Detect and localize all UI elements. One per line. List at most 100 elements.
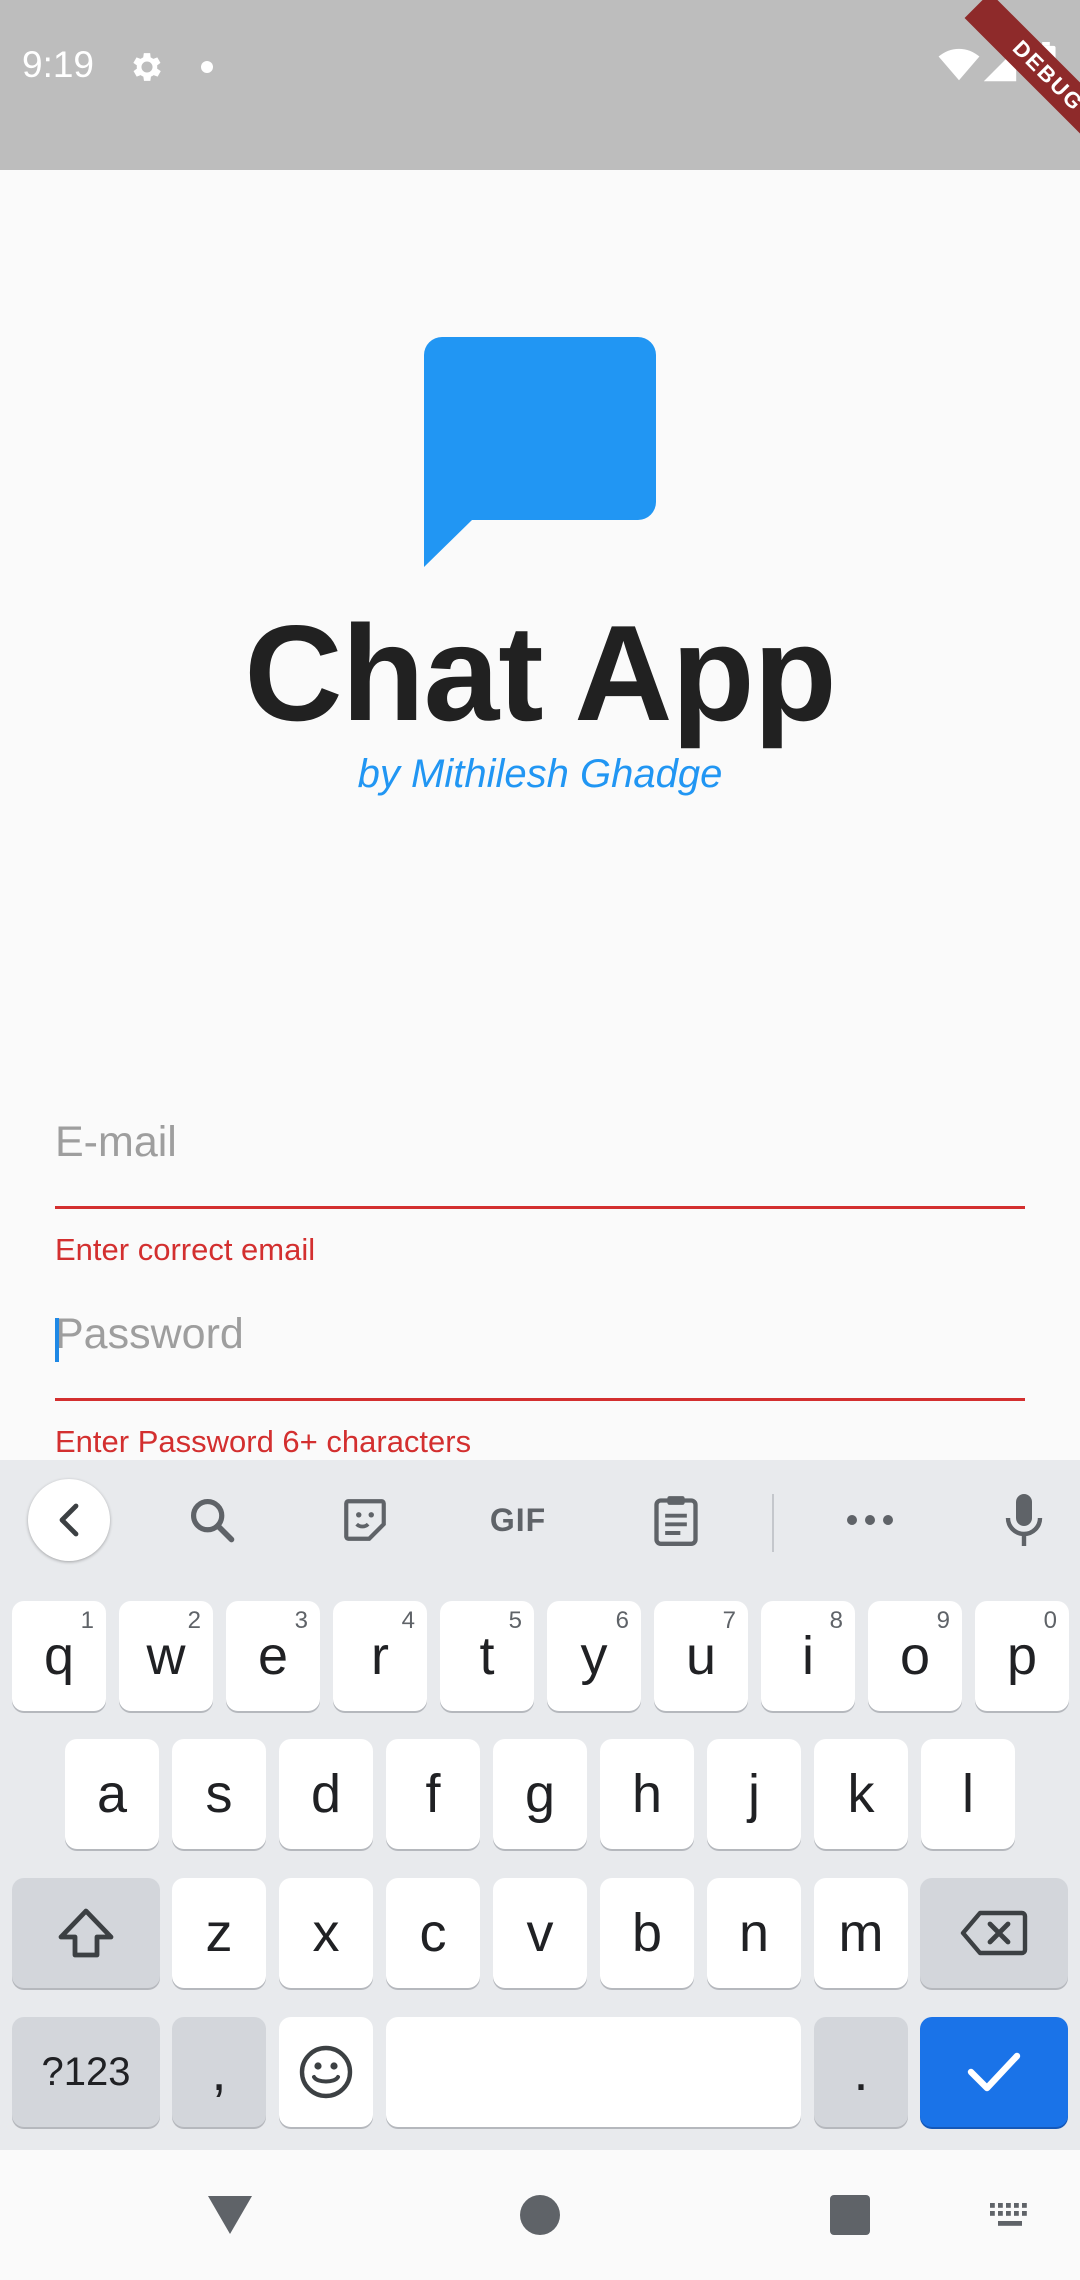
email-error: Enter correct email [55, 1232, 316, 1267]
toolbar-back-button[interactable] [28, 1479, 110, 1561]
key-c[interactable]: c [386, 1878, 480, 1988]
key-label: y [580, 1626, 608, 1686]
key-hint: 9 [936, 1607, 950, 1634]
soft-keyboard: GIF q1 w2 e3 r4 t5 y6 u7 i8 o9 p 0 a s d… [0, 1460, 1080, 2150]
toolbar-divider [772, 1494, 774, 1552]
notification-dot-icon [201, 61, 213, 73]
password-field-group: Password Enter Password 6+ characters [55, 1302, 1025, 1460]
key-hint: 8 [829, 1607, 843, 1634]
key-label: r [371, 1626, 389, 1686]
key-label: c [419, 1903, 447, 1963]
symbols-key[interactable]: ?123 [12, 2017, 160, 2127]
more-horizontal-icon [847, 1515, 893, 1525]
key-y[interactable]: y6 [547, 1601, 641, 1711]
key-label: , [211, 2042, 227, 2102]
key-l[interactable]: l [921, 1739, 1015, 1849]
gif-label: GIF [489, 1501, 547, 1538]
wifi-icon [938, 48, 980, 81]
key-label: a [96, 1764, 128, 1824]
emoji-key[interactable] [279, 2017, 373, 2127]
key-g[interactable]: g [493, 1739, 587, 1849]
key-v[interactable]: v [493, 1878, 587, 1988]
shift-key[interactable] [12, 1878, 160, 1988]
done-key[interactable] [920, 2017, 1068, 2127]
key-u[interactable]: u7 [654, 1601, 748, 1711]
text-cursor [55, 1318, 59, 1362]
key-label: x [312, 1903, 340, 1963]
key-hint: 7 [722, 1607, 736, 1634]
key-label: h [631, 1764, 663, 1824]
nav-home-button[interactable] [500, 2175, 580, 2255]
key-j[interactable]: j [707, 1739, 801, 1849]
key-f[interactable]: f [386, 1739, 480, 1849]
key-label: v [526, 1903, 554, 1963]
email-field[interactable]: E-mail [55, 1110, 1025, 1206]
email-field-group: E-mail Enter correct email [55, 1110, 1025, 1268]
nav-back-button[interactable] [190, 2175, 270, 2255]
nav-recents-button[interactable] [810, 2175, 890, 2255]
emoji-smiley-icon [299, 2045, 353, 2099]
key-s[interactable]: s [172, 1739, 266, 1849]
key-label: n [738, 1903, 770, 1963]
toolbar-more-button[interactable] [830, 1480, 910, 1560]
key-e[interactable]: e3 [226, 1601, 320, 1711]
toolbar-search-button[interactable] [172, 1480, 252, 1560]
key-h[interactable]: h [600, 1739, 694, 1849]
key-m[interactable]: m [814, 1878, 908, 1988]
chat-bubble-icon [424, 337, 656, 567]
home-circle-icon [520, 2195, 560, 2235]
key-q[interactable]: q1 [12, 1601, 106, 1711]
key-x[interactable]: x [279, 1878, 373, 1988]
key-label: s [205, 1764, 233, 1824]
key-p[interactable]: p0 [975, 1601, 1069, 1711]
space-key[interactable] [386, 2017, 801, 2127]
key-label: f [425, 1764, 441, 1824]
key-i[interactable]: i8 [761, 1601, 855, 1711]
key-hint: 5 [508, 1607, 522, 1634]
status-time: 9:19 [22, 44, 95, 85]
sticker-icon [344, 1499, 386, 1541]
keyboard-icon [990, 2203, 1027, 2226]
key-label: u [685, 1626, 717, 1686]
toolbar-clipboard-button[interactable] [636, 1480, 716, 1560]
backspace-icon [960, 1910, 1028, 1956]
password-field[interactable]: Password [55, 1302, 1025, 1398]
toolbar-mic-button[interactable] [984, 1480, 1064, 1560]
key-label: e [257, 1626, 289, 1686]
key-hint: 6 [615, 1607, 629, 1634]
back-triangle-icon [208, 2196, 252, 2234]
app-subtitle: by Mithilesh Ghadge [357, 752, 723, 796]
keyboard-switch-button[interactable] [980, 2190, 1040, 2240]
key-label: d [310, 1764, 342, 1824]
period-key[interactable]: . [814, 2017, 908, 2127]
key-a[interactable]: a [65, 1739, 159, 1849]
password-underline [55, 1398, 1025, 1401]
backspace-key[interactable] [920, 1878, 1068, 1988]
password-placeholder: Password [55, 1310, 244, 1358]
key-k[interactable]: k [814, 1739, 908, 1849]
key-t[interactable]: t5 [440, 1601, 534, 1711]
key-o[interactable]: o9 [868, 1601, 962, 1711]
comma-key[interactable]: , [172, 2017, 266, 2127]
key-label: t [479, 1626, 495, 1686]
checkmark-icon [967, 2052, 1021, 2092]
key-b[interactable]: b [600, 1878, 694, 1988]
key-w[interactable]: w2 [119, 1601, 213, 1711]
key-label: p [1006, 1626, 1038, 1686]
key-n[interactable]: n [707, 1878, 801, 1988]
key-label: g [524, 1764, 556, 1824]
toolbar-gif-button[interactable]: GIF [478, 1480, 558, 1560]
app-title: Chat App [244, 597, 836, 749]
key-z[interactable]: z [172, 1878, 266, 1988]
toolbar-sticker-button[interactable] [325, 1480, 405, 1560]
key-label: k [847, 1764, 875, 1824]
chevron-left-icon [59, 1503, 79, 1537]
clipboard-icon [654, 1496, 698, 1546]
key-r[interactable]: r4 [333, 1601, 427, 1711]
microphone-icon [1005, 1494, 1043, 1546]
key-hint: 2 [187, 1607, 201, 1634]
navigation-bar [0, 2150, 1080, 2280]
key-label: b [631, 1903, 663, 1963]
keyboard-toolbar: GIF [0, 1460, 1080, 1580]
key-d[interactable]: d [279, 1739, 373, 1849]
